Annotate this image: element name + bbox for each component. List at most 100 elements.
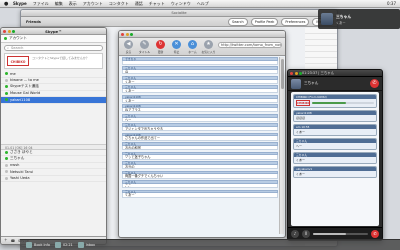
taskbar-item[interactable]: Inbox	[77, 242, 95, 248]
profile-peek-button[interactable]: Profile Peek	[250, 17, 279, 26]
status-icon	[5, 163, 8, 167]
volume-slider[interactable]	[313, 233, 368, 235]
minimize-icon[interactable]	[125, 33, 129, 36]
tweet-text: お元の	[122, 164, 278, 170]
minimize-icon[interactable]	[294, 72, 298, 75]
avatar	[321, 13, 333, 25]
friends-tab[interactable]: Friends	[24, 20, 43, 24]
chat-message: yakari1108 ほほほ	[293, 110, 377, 122]
end-call-button[interactable]: ✆	[370, 79, 379, 88]
zoom-icon[interactable]	[130, 33, 133, 36]
tweet-item[interactable]: yakari1108 くあー	[122, 94, 278, 103]
status-icon[interactable]	[4, 37, 7, 40]
hold-icon[interactable]: Ⅱ	[302, 230, 310, 238]
menu-app-name[interactable]: Skype	[13, 1, 27, 6]
menu-item[interactable]: 編集	[55, 1, 63, 7]
status-icon	[5, 91, 8, 95]
tweet-item[interactable]: 三ちゃん 両国一番グチでくんちゃい	[122, 170, 278, 179]
close-icon[interactable]	[3, 30, 6, 33]
chat-header: 三ちゃん ✆	[288, 77, 382, 91]
tweet-item[interactable]: 三ちゃん へー	[122, 113, 278, 122]
chat-message: 三ちゃん へー	[293, 138, 377, 150]
account-row[interactable]: アカウント	[1, 35, 106, 43]
menu-item[interactable]: ヘルプ	[197, 1, 209, 7]
tweet-item[interactable]: 三ちゃん おれの和宮	[122, 142, 278, 151]
taskbar-item[interactable]: Book Info	[26, 242, 50, 248]
minimize-icon[interactable]	[7, 30, 11, 33]
menu-item[interactable]: 通話	[135, 1, 143, 7]
window-title: Skype™	[1, 28, 106, 35]
tweet-text: アジェンタで出ちゃうやる	[122, 126, 278, 132]
menu-item[interactable]: コンタクト	[109, 1, 129, 7]
zoom-icon[interactable]	[299, 72, 302, 75]
contact-list-2: ささき ほやと 三ちゃん nwsh Netsuki Tarui Yoshi Ue…	[1, 150, 106, 182]
stop-icon: ✕	[172, 40, 181, 49]
search-button[interactable]: Search	[228, 17, 248, 26]
skype-ad[interactable]: CHIBIKO コンタクトとSkypeで話してみませんか？	[4, 53, 103, 69]
browser-toolbar: ◀ 戻る ✎ タイトル ↻ 更新 ✕ 停止 ⌂ ホーム ★ お気に入り http://twi…	[119, 38, 285, 56]
preferences-button[interactable]: Preferences	[281, 17, 310, 26]
growl-notification[interactable]: 三ちゃん くあー	[318, 9, 400, 29]
tweet-item[interactable]: 三ちゃん ここ	[122, 180, 278, 189]
chat-messages: CHIBIKO (From KOMU) CHIBIKO yakari1108 ほほほ a…	[291, 92, 379, 226]
scrollbar-thumb[interactable]	[281, 59, 284, 89]
status-icon	[5, 176, 8, 180]
close-icon[interactable]	[121, 33, 124, 36]
clock[interactable]: 0:37	[387, 1, 396, 6]
stop-button[interactable]: ✕ 停止	[170, 40, 183, 54]
menu-item[interactable]: ウィンドウ	[171, 1, 191, 7]
tweet-item[interactable]: 三ちゃん くあー	[122, 85, 278, 94]
tweet-text: ここ	[122, 183, 278, 189]
home-button[interactable]: ⌂ ホーム	[186, 40, 199, 54]
reload-icon: ↻	[156, 40, 165, 49]
tweet-item[interactable]: 三ちゃん お元の	[122, 161, 278, 170]
hangup-icon[interactable]: ✆	[371, 230, 379, 238]
contact-item[interactable]: Yoshi Ueda	[1, 176, 106, 182]
skype-contacts-window: Skype™ アカウント ⌕ Search CHIBIKO コンタクトとSkyp…	[0, 27, 107, 245]
menu-item[interactable]: チャット	[149, 1, 165, 7]
scrollbar[interactable]	[279, 57, 284, 234]
bookmark-button[interactable]: ★ お気に入り	[202, 40, 216, 54]
file-transfer-card[interactable]: CHIBIKO	[296, 100, 374, 106]
title-icon: ✎	[140, 40, 149, 49]
tweet-item[interactable]: 三ちゃん アジェンタで出ちゃうやる	[122, 123, 278, 132]
tweet-text: くあー	[122, 89, 278, 94]
menu-item[interactable]: アカウント	[83, 1, 103, 7]
search-field[interactable]: ⌕ Search	[4, 45, 103, 51]
menu-item[interactable]: ファイル	[33, 1, 49, 7]
message-body: くあー	[294, 157, 376, 163]
back-button[interactable]: ◀ 戻る	[122, 40, 135, 54]
menu-item[interactable]: 表示	[69, 1, 77, 7]
tweet-item[interactable]: 三ちゃん くあー	[122, 189, 278, 198]
url-field[interactable]: http://twitter.com/tomo_from_now/s/	[218, 42, 282, 48]
apple-menu-icon[interactable]: ●	[4, 1, 9, 7]
tweet-text: へー	[122, 117, 278, 122]
search-input[interactable]: Search	[11, 46, 23, 50]
message-body: CHIBIKO	[294, 99, 376, 107]
notification-sender: 三ちゃん	[336, 13, 352, 19]
chat-message: 三ちゃん くあー	[293, 152, 377, 164]
notification-message: くあー	[336, 20, 346, 25]
call-icon[interactable]: ☎	[11, 239, 15, 243]
tweet-item[interactable]: 三ちゃん くあー	[122, 75, 278, 84]
tweet-item[interactable]: 三ちゃん 😊	[122, 66, 278, 75]
window-title	[119, 31, 285, 38]
chat-message: ukiyakariv1 くあー	[293, 166, 377, 178]
add-contact-icon[interactable]: ＋	[4, 238, 8, 243]
status-icon	[5, 170, 8, 174]
account-name: アカウント	[9, 36, 27, 40]
tweet-item[interactable]: 三ちゃん ゾッと迷子ちゃん	[122, 151, 278, 160]
zoom-icon[interactable]	[12, 30, 15, 33]
tweet-item[interactable]: yakari1108 さちゃんの作品で出てー	[122, 132, 278, 141]
tweet-item[interactable]: できちゃ	[122, 57, 278, 65]
socialite-toolbar: Friends Search Profile Peek Preferences …	[21, 17, 337, 27]
title-button[interactable]: ✎ タイトル	[138, 40, 151, 54]
close-icon[interactable]	[290, 72, 293, 75]
menu-bar: ● Skype ファイル 編集 表示 アカウント コンタクト 通話 チャット ウ…	[0, 0, 400, 8]
progress-fill	[312, 101, 347, 105]
tweet-item[interactable]: yakari1108 ねアブラス	[122, 104, 278, 113]
reload-button[interactable]: ↻ 更新	[154, 40, 167, 54]
mute-icon[interactable]: ♪	[291, 230, 299, 238]
ad-logo: CHIBIKO	[7, 56, 29, 66]
taskbar-item[interactable]: 02:21	[54, 242, 73, 248]
